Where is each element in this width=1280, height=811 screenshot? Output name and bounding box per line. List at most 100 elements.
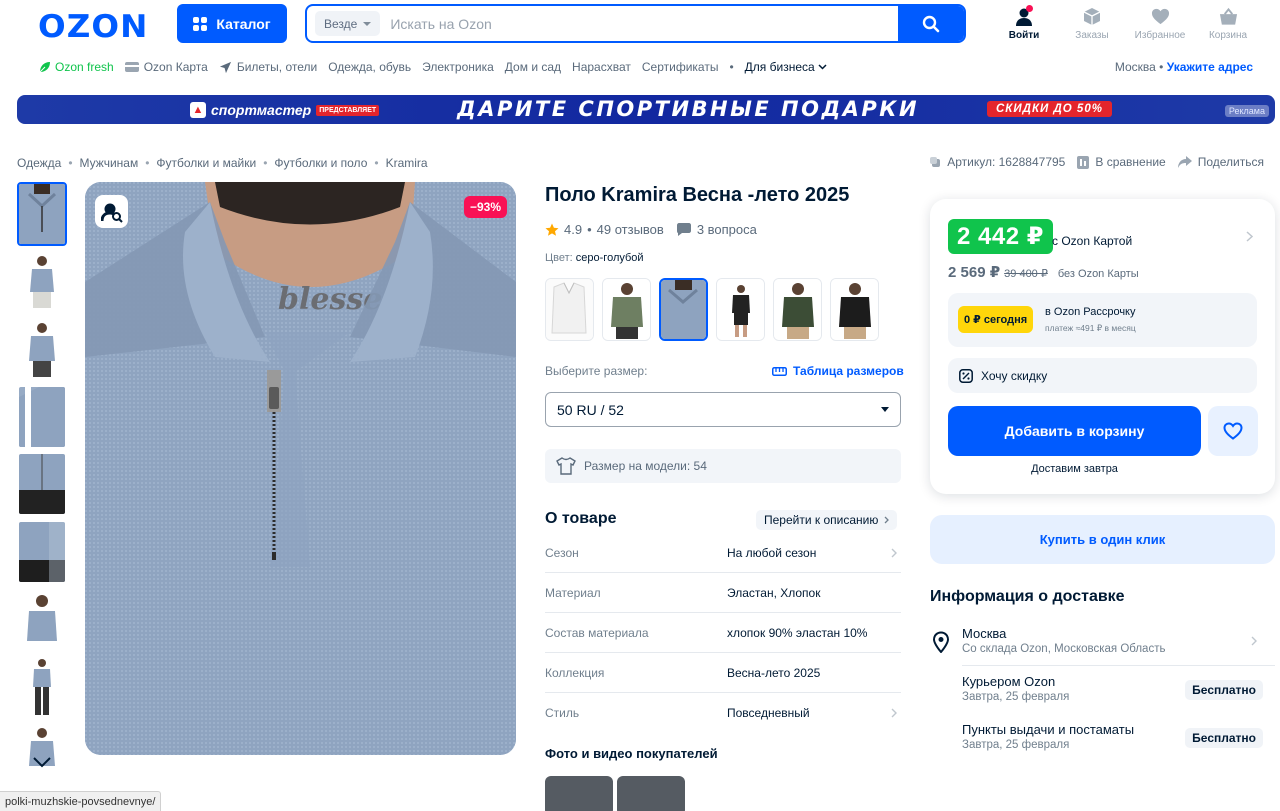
color-swatch-white[interactable] xyxy=(545,278,594,341)
delivery-location[interactable]: Москва Со склада Ozon, Московская Област… xyxy=(962,626,1275,655)
compare-button[interactable]: В сравнение xyxy=(1077,155,1166,169)
breadcrumb-item[interactable]: Футболки и поло xyxy=(274,156,367,170)
color-swatch-black[interactable] xyxy=(830,278,879,341)
subnav-item-home[interactable]: Дом и сад xyxy=(505,60,561,74)
want-discount-button[interactable]: Хочу скидку xyxy=(948,358,1257,393)
property-value: Эластан, Хлопок xyxy=(727,585,821,600)
thumbnail[interactable] xyxy=(17,182,67,246)
search-bar: Везде xyxy=(305,4,966,43)
delivery-option-pickup: Пункты выдачи и постаматы Завтра, 25 фев… xyxy=(962,722,1275,751)
thumbnail[interactable] xyxy=(17,385,67,449)
ozon-logo[interactable]: OZON xyxy=(38,9,148,45)
chevron-right-icon xyxy=(891,708,897,718)
search-input[interactable] xyxy=(380,6,898,41)
size-table-label: Таблица размеров xyxy=(793,364,904,378)
swatch-image xyxy=(603,279,650,340)
delivery-option-courier: Курьером Ozon Завтра, 25 февраля Бесплат… xyxy=(962,674,1275,703)
property-row: Материал Эластан, Хлопок xyxy=(545,573,901,613)
color-swatch-dark-green[interactable] xyxy=(773,278,822,341)
thumbnail[interactable] xyxy=(17,722,67,786)
thumbnail-image xyxy=(19,184,65,244)
color-swatch-black-shorts[interactable] xyxy=(716,278,765,341)
breadcrumb-item[interactable]: Одежда xyxy=(17,156,61,170)
reviews-link[interactable]: 49 отзывов xyxy=(597,222,664,237)
subnav-item-clothes[interactable]: Одежда, обувь xyxy=(328,60,411,74)
buy-one-click-button[interactable]: Купить в один клик xyxy=(930,515,1275,564)
delivery-note: Доставим завтра xyxy=(1031,463,1118,475)
buyer-photo[interactable] xyxy=(617,776,685,811)
subnav-label: Для бизнеса xyxy=(744,60,815,74)
breadcrumb-item[interactable]: Футболки и майки xyxy=(156,156,256,170)
thumbnail[interactable] xyxy=(17,587,67,651)
subnav-item-business[interactable]: Для бизнеса xyxy=(745,60,827,74)
property-row[interactable]: Стиль Повседневный xyxy=(545,693,901,733)
size-table-link[interactable]: Таблица размеров xyxy=(772,364,904,378)
property-row[interactable]: Сезон На любой сезон xyxy=(545,533,901,573)
share-button[interactable]: Поделиться xyxy=(1177,155,1264,169)
orders-button[interactable]: Заказы xyxy=(1058,7,1126,41)
thumbnail-image xyxy=(19,251,65,312)
address-link[interactable]: Укажите адрес xyxy=(1167,60,1253,74)
size-selected-value: 50 RU / 52 xyxy=(557,401,624,418)
size-select[interactable]: 50 RU / 52 xyxy=(545,392,901,427)
subnav-item-ozon-fresh[interactable]: Ozon fresh xyxy=(38,60,114,74)
article-number[interactable]: Артикул: 1628847795 xyxy=(929,155,1065,169)
ad-banner[interactable]: ▲ спортмастер ПРЕДСТАВЛЯЕТ ДАРИТЕ СПОРТИ… xyxy=(17,95,1275,124)
login-button[interactable]: Войти xyxy=(990,5,1058,41)
login-label: Войти xyxy=(1008,30,1040,41)
color-label: Цвет: серо-голубой xyxy=(545,252,644,264)
banner-brand: ▲ спортмастер ПРЕДСТАВЛЯЕТ xyxy=(190,100,380,120)
add-to-cart-button[interactable]: Добавить в корзину xyxy=(948,406,1201,456)
thumbnail[interactable] xyxy=(17,317,67,381)
catalog-button[interactable]: Каталог xyxy=(177,4,287,43)
location-pin-icon xyxy=(932,631,950,653)
subnav-item-ozon-card[interactable]: Ozon Карта xyxy=(124,60,208,74)
breadcrumb-item[interactable]: Мужчинам xyxy=(80,156,139,170)
search-button[interactable] xyxy=(898,6,964,41)
color-swatch-grey-blue[interactable] xyxy=(659,278,708,341)
breadcrumb-item[interactable]: Kramira xyxy=(386,156,428,170)
add-to-favorites-button[interactable] xyxy=(1208,406,1258,456)
chevron-right-icon[interactable] xyxy=(1246,231,1253,242)
product-meta: Артикул: 1628847795 В сравнение Поделить… xyxy=(929,155,1264,169)
subnav-item-tickets[interactable]: Билеты, отели xyxy=(219,60,317,74)
search-scope-select[interactable]: Везде xyxy=(315,11,381,36)
subnav-item-electronics[interactable]: Электроника xyxy=(422,60,494,74)
cart-button[interactable]: Корзина xyxy=(1194,7,1262,41)
ozon-card-label: с Ozon Картой xyxy=(1052,234,1133,248)
installment-block[interactable]: 0 ₽ сегодня в Ozon Рассрочку платеж ≈491… xyxy=(948,293,1257,347)
location[interactable]: Москва • Укажите адрес xyxy=(1115,60,1253,74)
search-scope-label: Везде xyxy=(324,16,358,31)
thumbnail[interactable] xyxy=(17,452,67,516)
property-key: Коллекция xyxy=(545,665,605,680)
regular-price-row: 2 569 ₽ 39 400 ₽ без Ozon Карты xyxy=(948,263,1139,281)
subnav-item-bestsellers[interactable]: Нарасхват xyxy=(572,60,631,74)
color-value: серо-голубой xyxy=(575,252,644,264)
subnav-label: Ozon fresh xyxy=(55,60,114,74)
chevron-down-icon[interactable] xyxy=(32,756,52,768)
go-to-description-button[interactable]: Перейти к описанию xyxy=(756,510,898,530)
thumbnail[interactable] xyxy=(17,250,67,314)
thumbnail-image xyxy=(19,656,65,717)
rating-summary[interactable]: 4.9 • 49 отзывов 3 вопроса xyxy=(545,222,757,237)
rating-sep: • xyxy=(587,222,592,237)
subnav-item-certificates[interactable]: Сертификаты xyxy=(642,60,719,74)
want-discount-label: Хочу скидку xyxy=(981,368,1048,383)
heart-icon xyxy=(1151,8,1169,25)
free-badge: Бесплатно xyxy=(1185,728,1263,748)
buyer-photo[interactable] xyxy=(545,776,613,811)
favorites-button[interactable]: Избранное xyxy=(1126,7,1194,41)
star-icon xyxy=(545,223,559,236)
color-swatch-olive[interactable] xyxy=(602,278,651,341)
product-photo[interactable]: blessed xyxy=(85,182,516,755)
installment-badge: 0 ₽ сегодня xyxy=(958,306,1034,333)
thumbnail[interactable] xyxy=(17,520,67,584)
thumbnail[interactable] xyxy=(17,655,67,719)
property-value: хлопок 90% эластан 10% xyxy=(727,625,868,640)
caret-down-icon xyxy=(881,407,889,412)
article-text: Артикул: 1628847795 xyxy=(947,155,1066,169)
thumbnail-image xyxy=(19,724,65,784)
visual-search-button[interactable] xyxy=(95,195,128,228)
property-key: Сезон xyxy=(545,545,579,560)
questions-link[interactable]: 3 вопроса xyxy=(676,222,757,237)
